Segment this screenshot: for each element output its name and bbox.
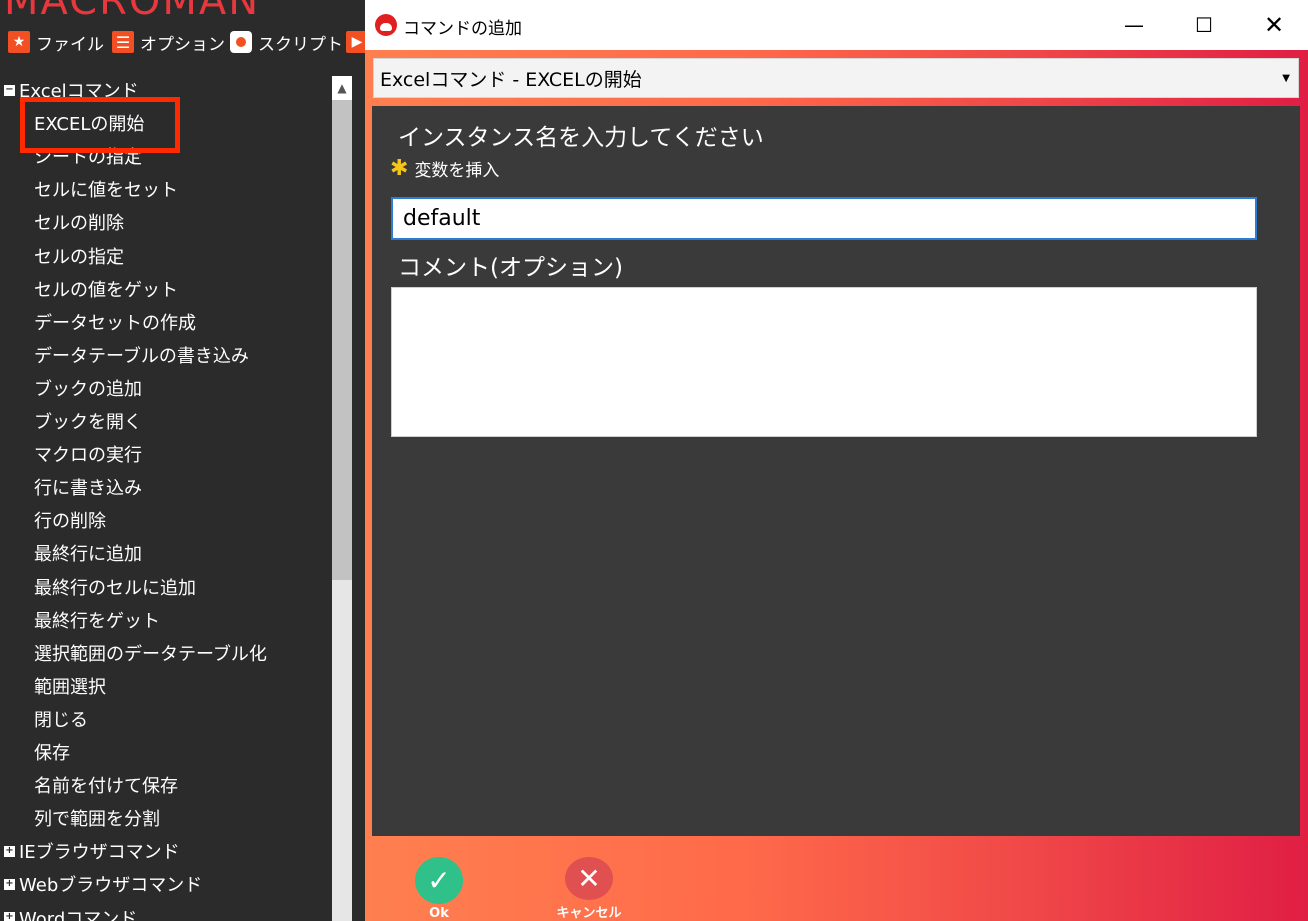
expand-icon[interactable]: + bbox=[4, 878, 15, 890]
tree-scrollbar[interactable]: ▲ bbox=[328, 76, 356, 921]
dialog-title: コマンドの追加 bbox=[403, 19, 522, 39]
menu-options[interactable]: ☰ オプション bbox=[112, 29, 225, 55]
menu-more[interactable]: ▶ bbox=[346, 29, 365, 55]
tree-item[interactable]: 範囲選択 bbox=[34, 672, 106, 700]
menubar: ★ ファイル ☰ オプション スクリプト ▶ bbox=[0, 22, 365, 62]
main-window: MACROMAN ★ ファイル ☰ オプション スクリプト ▶ − Excelコマ… bbox=[0, 0, 365, 921]
tree-item[interactable]: セルに値をセット bbox=[34, 175, 178, 203]
tree-item[interactable]: セルの値をゲット bbox=[34, 275, 178, 303]
close-button[interactable]: ✕ bbox=[1239, 0, 1308, 50]
collapse-icon[interactable]: − bbox=[4, 84, 15, 96]
record-icon bbox=[230, 31, 252, 53]
tree-item[interactable]: ブックを開く bbox=[34, 407, 142, 435]
comment-textarea[interactable] bbox=[391, 287, 1257, 437]
ok-label: Ok bbox=[429, 906, 449, 921]
app-logo-icon bbox=[375, 14, 397, 36]
menu-options-label: オプション bbox=[140, 34, 225, 55]
menu-script[interactable]: スクリプト bbox=[230, 29, 343, 55]
tree-item[interactable]: 保存 bbox=[34, 738, 70, 766]
scroll-up-icon[interactable]: ▲ bbox=[332, 76, 352, 100]
selection-highlight bbox=[20, 97, 180, 153]
scroll-thumb[interactable] bbox=[332, 100, 352, 580]
tree-item[interactable]: データテーブルの書き込み bbox=[34, 341, 249, 369]
chevron-down-icon[interactable]: ▼ bbox=[1282, 73, 1290, 84]
expand-icon[interactable]: + bbox=[4, 912, 15, 921]
insert-variable-link[interactable]: ✱ 変数を挿入 bbox=[390, 156, 499, 181]
tree-item[interactable]: マクロの実行 bbox=[34, 440, 142, 468]
command-panel: インスタンス名を入力してください ✱ 変数を挿入 コメント(オプション) bbox=[372, 106, 1300, 836]
menu-file-label: ファイル bbox=[36, 34, 104, 55]
asterisk-icon: ✱ bbox=[390, 156, 409, 181]
tree-item[interactable]: 行の削除 bbox=[34, 506, 106, 534]
tree-item[interactable]: データセットの作成 bbox=[34, 308, 196, 336]
ok-button[interactable]: ✓ Ok bbox=[389, 857, 489, 921]
insert-variable-label: 変数を挿入 bbox=[414, 161, 500, 181]
menu-file[interactable]: ★ ファイル bbox=[8, 29, 104, 55]
list-icon: ☰ bbox=[112, 31, 134, 53]
close-circle-icon: ✕ bbox=[565, 857, 613, 900]
tree-item[interactable]: セルの指定 bbox=[34, 242, 124, 270]
tree-item[interactable]: 最終行をゲット bbox=[34, 606, 160, 634]
maximize-button[interactable]: ☐ bbox=[1169, 0, 1239, 50]
instance-name-input[interactable] bbox=[391, 197, 1257, 240]
command-select[interactable]: Excelコマンド - EXCELの開始 ▼ bbox=[373, 58, 1299, 98]
tree-group[interactable]: + Wordコマンド bbox=[4, 904, 137, 921]
cancel-button[interactable]: ✕ キャンセル bbox=[539, 857, 639, 921]
tree-group-label: IEブラウザコマンド bbox=[19, 842, 180, 864]
check-icon: ✓ bbox=[415, 857, 463, 904]
menu-script-label: スクリプト bbox=[258, 34, 343, 55]
tree-group[interactable]: + IEブラウザコマンド bbox=[4, 837, 180, 865]
expand-icon[interactable]: + bbox=[4, 845, 15, 857]
command-tree: − Excelコマンド EXCELの開始 シートの指定 セルに値をセット セルの削除 セルの… bbox=[0, 62, 328, 921]
tree-item[interactable]: 最終行のセルに追加 bbox=[34, 573, 196, 601]
command-select-value: Excelコマンド - EXCELの開始 bbox=[380, 68, 642, 91]
tree-group-label: Webブラウザコマンド bbox=[19, 875, 203, 897]
tree-item[interactable]: 閉じる bbox=[34, 705, 88, 733]
dialog-titlebar[interactable]: コマンドの追加 — ☐ ✕ bbox=[365, 0, 1308, 50]
tree-item[interactable]: 最終行に追加 bbox=[34, 539, 142, 567]
tree-item[interactable]: 行に書き込み bbox=[34, 473, 142, 501]
tree-item[interactable]: ブックの追加 bbox=[34, 374, 142, 402]
minimize-button[interactable]: — bbox=[1099, 0, 1169, 50]
comment-label: コメント(オプション) bbox=[398, 255, 623, 281]
play-icon: ▶ bbox=[346, 31, 365, 53]
tree-item[interactable]: 選択範囲のデータテーブル化 bbox=[34, 639, 267, 667]
tree-item[interactable]: 列で範囲を分割 bbox=[34, 804, 160, 832]
star-icon: ★ bbox=[8, 31, 30, 53]
add-command-dialog: コマンドの追加 — ☐ ✕ Excelコマンド - EXCELの開始 ▼ インス… bbox=[365, 0, 1308, 921]
cancel-label: キャンセル bbox=[556, 906, 622, 921]
tree-group-label: Wordコマンド bbox=[19, 908, 138, 921]
tree-group[interactable]: + Webブラウザコマンド bbox=[4, 870, 202, 898]
app-title: MACROMAN bbox=[4, 0, 261, 24]
tree-item[interactable]: セルの削除 bbox=[34, 208, 124, 236]
instance-name-label: インスタンス名を入力してください bbox=[398, 125, 764, 151]
tree-item[interactable]: 名前を付けて保存 bbox=[34, 771, 178, 799]
